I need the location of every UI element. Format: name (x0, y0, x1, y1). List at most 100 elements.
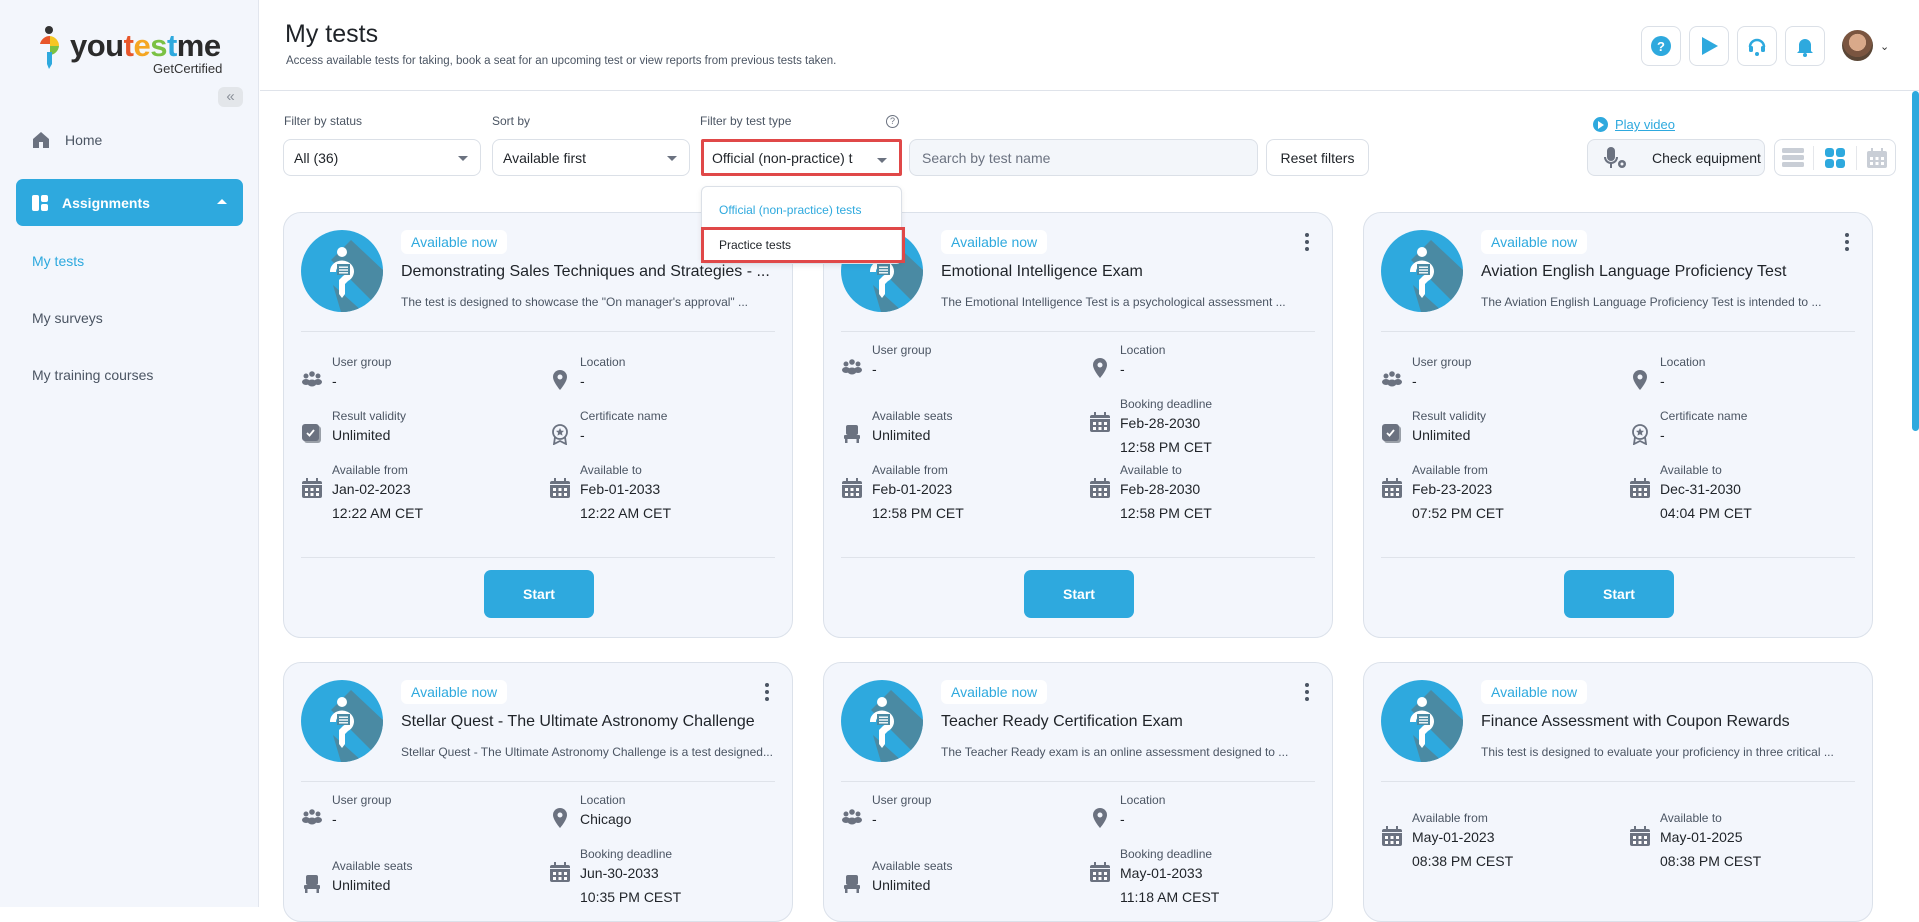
users-icon (301, 807, 323, 829)
more-options-icon[interactable] (764, 683, 770, 701)
field-label: Location (1120, 343, 1166, 357)
notifications-button[interactable] (1785, 26, 1825, 66)
sidebar-item-my-training-courses[interactable]: My training courses (32, 367, 153, 383)
field-value: Feb-01-2033 (580, 481, 661, 497)
calendar-icon (1089, 861, 1111, 883)
filter-status-value: All (36) (294, 149, 339, 166)
divider (1381, 331, 1855, 332)
test-title[interactable]: Demonstrating Sales Techniques and Strat… (401, 263, 776, 281)
seat-icon (301, 873, 323, 895)
calendar-icon (1629, 477, 1651, 499)
field-available-from: Available from Feb-23-2023 07:52 PM CET (1381, 463, 1611, 523)
field-time: 12:58 PM CET (1120, 505, 1212, 521)
list-view-button[interactable] (1778, 146, 1808, 170)
field-booking-deadline: Booking deadline Feb-28-2030 12:58 PM CET (1089, 397, 1319, 457)
filter-type-select[interactable]: Official (non-practice) t (701, 139, 902, 176)
help-circle-icon[interactable]: ? (886, 115, 899, 128)
help-button[interactable]: ? (1641, 26, 1681, 66)
divider (1381, 781, 1855, 782)
field-time: 12:22 AM CET (580, 505, 672, 521)
more-options-icon[interactable] (1304, 233, 1310, 251)
field-available-to: Available to May-01-2025 08:38 PM CEST (1629, 811, 1859, 871)
field-time: 12:22 AM CET (332, 505, 424, 521)
certificate-badge-icon (549, 423, 571, 446)
support-button[interactable] (1737, 26, 1777, 66)
test-title[interactable]: Aviation English Language Proficiency Te… (1481, 263, 1856, 281)
field-value: Feb-01-2023 (872, 481, 953, 497)
test-description: This test is designed to evaluate your p… (1481, 745, 1834, 759)
field-label: Booking deadline (1120, 397, 1213, 411)
field-value: - (580, 427, 585, 443)
field-label: User group (332, 355, 392, 369)
more-options-icon[interactable] (1844, 233, 1850, 251)
field-booking-deadline: Booking deadline Jun-30-2033 10:35 PM CEST (549, 847, 779, 907)
dropdown-option-official[interactable]: Official (non-practice) tests (702, 197, 901, 223)
play-circle-icon (1593, 117, 1608, 132)
calendar-icon (549, 477, 571, 499)
more-options-icon[interactable] (1304, 683, 1310, 701)
status-badge: Available now (401, 230, 508, 254)
field-value: - (332, 373, 337, 389)
play-icon (1702, 37, 1718, 55)
field-value: - (332, 811, 337, 827)
location-pin-icon (549, 807, 571, 829)
sidebar-item-my-surveys[interactable]: My surveys (32, 310, 103, 326)
page-scrollbar[interactable] (1912, 91, 1919, 431)
field-value: Feb-23-2023 (1412, 481, 1493, 497)
test-card[interactable]: Available now Stellar Quest - The Ultimat… (283, 662, 793, 922)
sidebar-item-my-tests[interactable]: My tests (32, 253, 84, 269)
test-title[interactable]: Emotional Intelligence Exam (941, 263, 1316, 281)
field-available-from: Available from Feb-01-2023 12:58 PM CET (841, 463, 1071, 523)
field-available-from: Available from Jan-02-2023 12:22 AM CET (301, 463, 531, 523)
user-avatar[interactable] (1842, 30, 1873, 61)
logo[interactable]: youtestme GetCertified (34, 24, 234, 76)
field-time: 08:38 PM CEST (1412, 853, 1514, 869)
field-label: User group (332, 793, 392, 807)
test-card[interactable]: Available now Emotional Intelligence Exam… (823, 212, 1333, 638)
bell-icon (1797, 39, 1813, 57)
start-test-button[interactable]: Start (1024, 570, 1134, 618)
sort-by-select[interactable]: Available first (492, 139, 690, 176)
sidebar: youtestme GetCertified « Home Assignment… (0, 0, 259, 907)
calendar-view-button[interactable] (1862, 146, 1892, 170)
grid-view-button[interactable] (1820, 146, 1850, 170)
test-card[interactable]: Available now Demonstrating Sales Techniq… (283, 212, 793, 638)
test-card[interactable]: Available now Aviation English Language P… (1363, 212, 1873, 638)
sidebar-item-home[interactable]: Home (32, 126, 102, 154)
field-value: - (1120, 811, 1125, 827)
check-equipment-button[interactable]: Check equipment (1587, 139, 1765, 176)
divider (301, 781, 775, 782)
chevron-down-icon[interactable]: ⌄ (1880, 40, 1889, 53)
calendar-icon (1089, 411, 1111, 433)
test-title[interactable]: Finance Assessment with Coupon Rewards (1481, 713, 1856, 731)
play-video-link[interactable]: Play video (1593, 117, 1675, 132)
reset-filters-button[interactable]: Reset filters (1266, 139, 1369, 176)
filter-status-select[interactable]: All (36) (283, 139, 481, 176)
status-badge: Available now (941, 680, 1048, 704)
start-test-button[interactable]: Start (484, 570, 594, 618)
microphone-settings-icon (1604, 146, 1626, 168)
calendar-icon (1381, 825, 1403, 847)
field-time: 12:58 PM CET (872, 505, 964, 521)
home-icon (33, 132, 49, 148)
status-badge: Available now (1481, 230, 1588, 254)
search-input[interactable] (909, 139, 1258, 176)
field-label: Booking deadline (1120, 847, 1213, 861)
collapse-sidebar-button[interactable]: « (218, 87, 243, 107)
test-title[interactable]: Teacher Ready Certification Exam (941, 713, 1316, 731)
dropdown-option-practice[interactable]: Practice tests (701, 227, 905, 263)
field-label: User group (1412, 355, 1472, 369)
field-label: Certificate name (580, 409, 668, 423)
test-card[interactable]: Available now Teacher Ready Certification… (823, 662, 1333, 922)
sidebar-item-assignments[interactable]: Assignments (16, 179, 243, 226)
field-location: Location Chicago (549, 793, 779, 853)
test-title[interactable]: Stellar Quest - The Ultimate Astronomy C… (401, 713, 776, 731)
test-card[interactable]: Available now Finance Assessment with Cou… (1363, 662, 1873, 922)
svg-text:?: ? (1657, 39, 1665, 54)
test-description: The Teacher Ready exam is an online asse… (941, 745, 1289, 759)
start-test-button[interactable]: Start (1564, 570, 1674, 618)
users-icon (1381, 369, 1403, 391)
test-logo-icon (1381, 680, 1463, 762)
field-location: Location - (1089, 343, 1319, 403)
play-tutorial-button[interactable] (1689, 26, 1729, 66)
